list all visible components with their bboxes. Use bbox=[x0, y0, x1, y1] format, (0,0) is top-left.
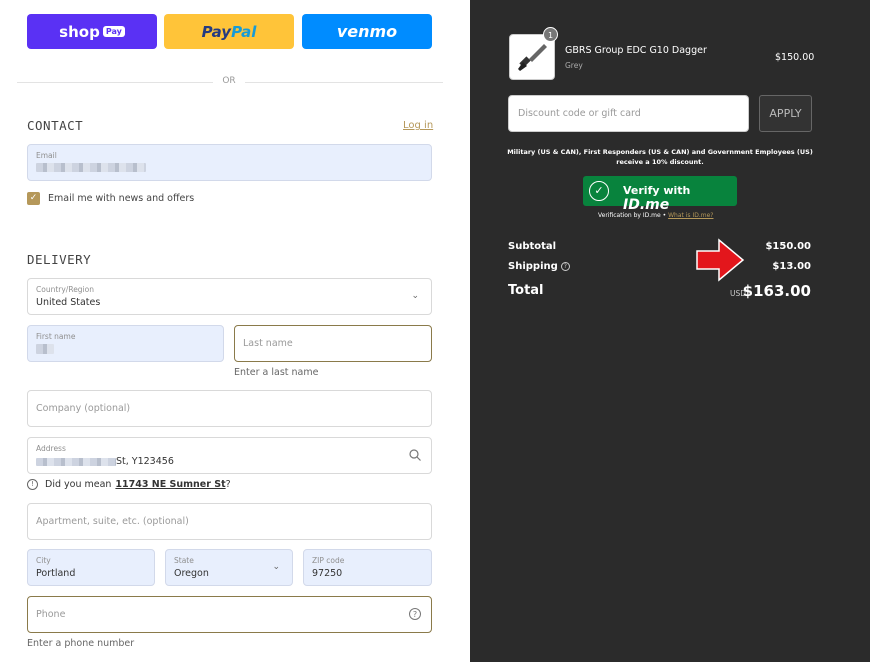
country-select[interactable]: Country/Region United States ⌄ bbox=[27, 278, 432, 315]
phone-field[interactable]: Phone ? bbox=[27, 596, 432, 633]
military-discount-text: Military (US & CAN), First Responders (U… bbox=[507, 148, 813, 166]
shipping-value: $13.00 bbox=[772, 261, 811, 272]
zip-label: ZIP code bbox=[312, 556, 345, 565]
or-text: OR bbox=[213, 76, 245, 86]
first-name-redacted-value bbox=[36, 344, 54, 354]
country-label: Country/Region bbox=[36, 285, 94, 294]
paypal-pal-text: Pal bbox=[231, 22, 257, 41]
red-arrow-icon bbox=[696, 238, 745, 282]
chevron-down-icon: ⌄ bbox=[272, 562, 280, 572]
company-field[interactable]: Company (optional) bbox=[27, 390, 432, 427]
suggest-suffix: ? bbox=[225, 479, 231, 490]
shipping-row: Shipping? bbox=[508, 261, 570, 272]
delivery-heading: DELIVERY bbox=[27, 252, 92, 267]
product-price: $150.00 bbox=[775, 52, 815, 63]
suggest-prefix: Did you mean bbox=[45, 479, 112, 490]
apply-button[interactable]: APPLY bbox=[759, 95, 812, 132]
help-icon[interactable]: ? bbox=[408, 607, 422, 621]
last-name-field[interactable]: Last name bbox=[234, 325, 432, 362]
total-value: $163.00 bbox=[742, 282, 811, 300]
search-icon[interactable] bbox=[408, 448, 422, 462]
address-label: Address bbox=[36, 444, 66, 453]
chevron-down-icon: ⌄ bbox=[411, 291, 419, 301]
total-label: Total bbox=[508, 283, 544, 298]
shop-pay-tag: Pay bbox=[102, 26, 125, 37]
shield-check-icon: ✓ bbox=[589, 181, 609, 201]
shop-pay-label: shop bbox=[59, 22, 100, 41]
verify-idme-label: Verify with ID.me bbox=[623, 184, 737, 213]
city-field[interactable]: City Portland bbox=[27, 549, 155, 586]
city-label: City bbox=[36, 556, 51, 565]
verification-text: Verification by ID.me • bbox=[598, 212, 667, 219]
idme-brand: ID.me bbox=[623, 197, 670, 213]
first-name-field[interactable]: First name bbox=[27, 325, 224, 362]
address-redacted-value bbox=[36, 458, 116, 466]
last-name-placeholder: Last name bbox=[243, 338, 293, 349]
email-redacted-value bbox=[36, 163, 146, 172]
newsletter-label: Email me with news and offers bbox=[48, 193, 195, 204]
company-placeholder: Company (optional) bbox=[36, 403, 131, 414]
discount-placeholder: Discount code or gift card bbox=[518, 108, 641, 119]
product-variant: Grey bbox=[565, 61, 583, 70]
shipping-label: Shipping bbox=[508, 261, 558, 272]
address-suggestion: ! Did you mean 11743 NE Sumner St ? bbox=[27, 479, 231, 490]
email-label: Email bbox=[36, 151, 57, 160]
apartment-placeholder: Apartment, suite, etc. (optional) bbox=[36, 516, 189, 527]
phone-placeholder: Phone bbox=[36, 609, 66, 620]
contact-heading: CONTACT bbox=[27, 118, 84, 133]
login-link[interactable]: Log in bbox=[403, 120, 433, 131]
shop-pay-button[interactable]: shop Pay bbox=[27, 14, 157, 49]
what-is-idme-link[interactable]: What is ID.me? bbox=[668, 212, 713, 219]
zip-value: 97250 bbox=[312, 568, 343, 579]
paypal-button[interactable]: Pay Pal bbox=[164, 14, 294, 49]
email-field[interactable]: Email bbox=[27, 144, 432, 181]
venmo-label: venmo bbox=[336, 22, 398, 41]
info-icon: ! bbox=[27, 479, 38, 490]
city-value: Portland bbox=[36, 568, 76, 579]
venmo-button[interactable]: venmo bbox=[302, 14, 432, 49]
address-visible-value: St, Y123456 bbox=[116, 456, 174, 467]
phone-error: Enter a phone number bbox=[27, 638, 135, 649]
paypal-pay-text: Pay bbox=[201, 22, 232, 41]
svg-text:?: ? bbox=[413, 610, 417, 619]
quantity-badge: 1 bbox=[543, 27, 558, 42]
address-field[interactable]: Address St, Y123456 bbox=[27, 437, 432, 474]
subtotal-label: Subtotal bbox=[508, 241, 557, 252]
verify-prefix: Verify with bbox=[623, 184, 691, 197]
product-name: GBRS Group EDC G10 Dagger bbox=[565, 45, 707, 56]
newsletter-checkbox[interactable]: ✓ bbox=[27, 192, 40, 205]
discount-input[interactable]: Discount code or gift card bbox=[508, 95, 749, 132]
subtotal-value: $150.00 bbox=[765, 241, 811, 252]
zip-field[interactable]: ZIP code 97250 bbox=[303, 549, 432, 586]
shipping-info-icon[interactable]: ? bbox=[560, 262, 570, 271]
first-name-label: First name bbox=[36, 332, 76, 341]
state-select[interactable]: State Oregon ⌄ bbox=[165, 549, 293, 586]
last-name-error: Enter a last name bbox=[234, 367, 319, 378]
country-value: United States bbox=[36, 297, 101, 308]
suggested-address-link[interactable]: 11743 NE Sumner St bbox=[115, 479, 225, 490]
checkout-form-panel: shop Pay Pay Pal venmo OR CONTACT Log in … bbox=[0, 0, 470, 662]
apartment-field[interactable]: Apartment, suite, etc. (optional) bbox=[27, 503, 432, 540]
state-value: Oregon bbox=[174, 568, 209, 579]
verification-note: Verification by ID.me • What is ID.me? bbox=[598, 212, 713, 219]
state-label: State bbox=[174, 556, 194, 565]
verify-idme-button[interactable]: ✓ Verify with ID.me bbox=[583, 176, 737, 213]
